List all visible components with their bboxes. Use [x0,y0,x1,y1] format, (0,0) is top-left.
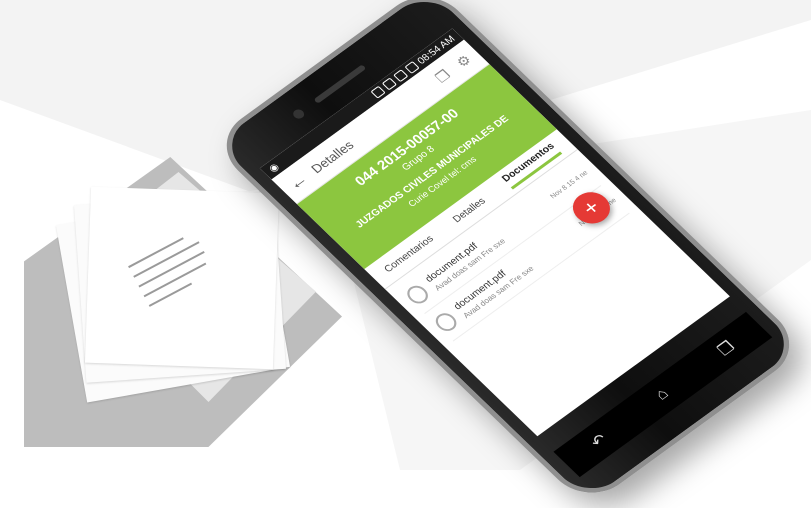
recents-icon[interactable]: ❐ [713,337,739,360]
arrow-left-icon[interactable]: ← [283,169,313,194]
fingerprint-icon [431,309,461,335]
home-icon[interactable]: ⌂ [652,386,673,404]
document-text-lines [128,230,230,328]
copy-icon[interactable]: ❐ [432,66,455,86]
back-icon[interactable]: ↶ [586,430,611,452]
document-icon [84,186,280,370]
camera-icon [290,107,307,121]
fingerprint-icon [403,282,433,307]
gear-icon[interactable]: ⚙ [453,51,476,71]
